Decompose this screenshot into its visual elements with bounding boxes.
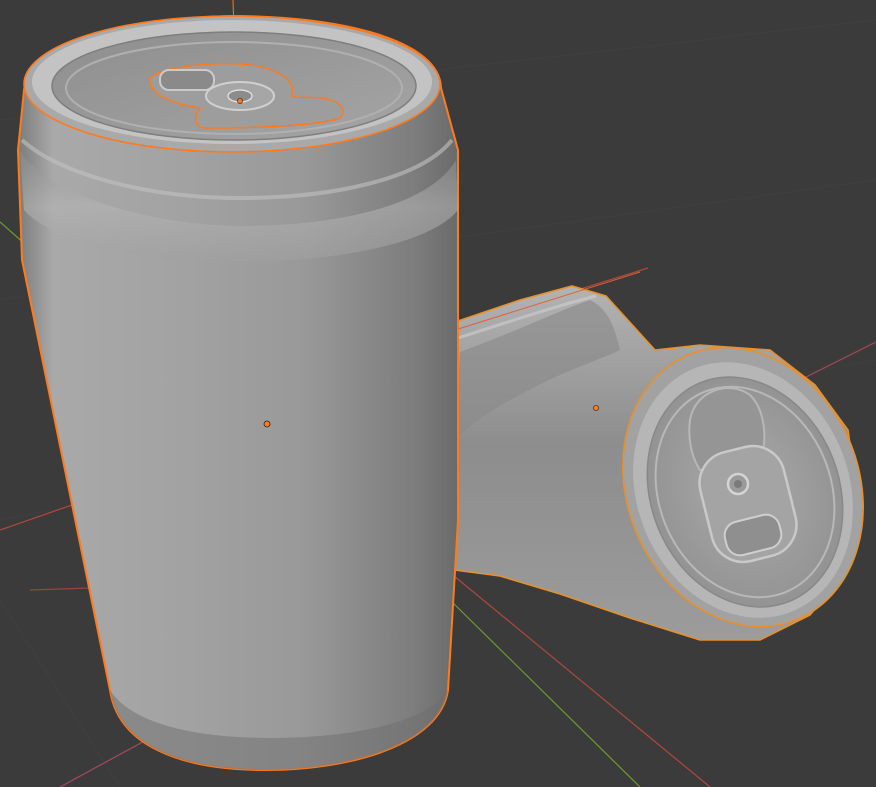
3d-viewport[interactable] [0,0,876,787]
pull-tab-rivet-center [734,480,742,488]
z-axis-line [59,737,151,787]
crushed-can-origin-dot[interactable] [593,405,599,411]
lid-origin-dot[interactable] [237,98,243,104]
viewport-canvas[interactable] [0,0,876,787]
z-axis-line-right [799,341,876,381]
upright-can[interactable] [16,14,459,772]
pull-tab-finger-hole [159,69,215,91]
crushed-can[interactable] [454,271,876,663]
upright-can-origin-dot[interactable] [263,420,271,428]
y-axis-line-lower [449,599,641,787]
